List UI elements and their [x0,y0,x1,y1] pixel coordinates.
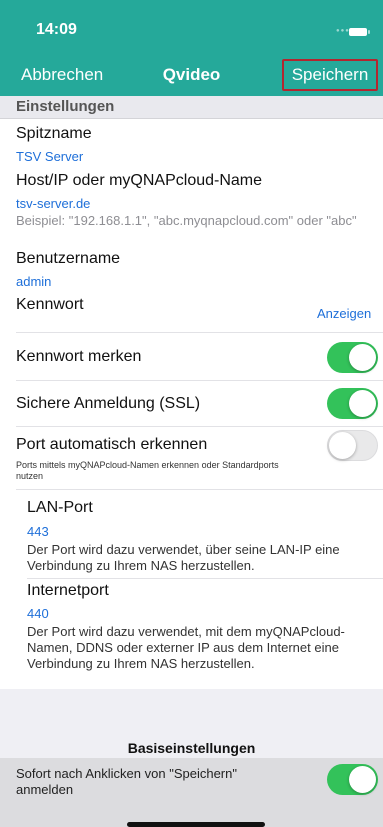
toggle-knob [329,432,356,459]
remember-password-toggle[interactable] [327,342,378,373]
toggle-knob [349,344,376,371]
status-bar: 14:09 ●●●● [0,0,383,56]
login-after-save-label: Sofort nach Anklicken von "Speichern" an… [16,766,237,797]
section-header-label: Einstellungen [16,98,115,115]
auto-port-label: Port automatisch erkennen [16,436,208,453]
cancel-button[interactable]: Abbrechen [21,65,103,85]
ssl-label: Sichere Anmeldung (SSL) [16,395,201,412]
lan-port-label: LAN-Port [27,499,93,516]
remember-password-label: Kennwort merken [16,348,142,365]
nickname-input[interactable]: TSV Server [16,149,83,164]
divider [16,332,383,333]
basic-settings-panel: Sofort nach Anklicken von "Speichern" an… [0,758,383,827]
host-input[interactable]: tsv-server.de [16,196,90,211]
battery-icon [349,28,370,36]
show-password-button[interactable]: Anzeigen [317,306,371,321]
lan-port-input[interactable]: 443 [27,524,49,539]
username-label: Benutzername [16,250,121,267]
login-after-save-toggle[interactable] [327,764,378,795]
lan-port-description: Der Port wird dazu verwendet, über seine… [27,542,340,573]
ssl-toggle[interactable] [327,388,378,419]
settings-form: Spitzname TSV Server Host/IP oder myQNAP… [0,119,383,689]
auto-port-toggle[interactable] [327,430,378,461]
username-input[interactable]: admin [16,274,51,289]
divider [27,578,383,579]
basic-settings-title: Basiseinstellungen [127,740,256,756]
divider [16,489,383,490]
toggle-knob [349,390,376,417]
nickname-label: Spitzname [16,125,92,142]
password-input[interactable] [16,295,296,323]
toggle-knob [349,766,376,793]
host-label: Host/IP oder myQNAPcloud-Name [16,172,263,189]
section-header: Einstellungen [0,96,383,119]
divider [16,426,383,427]
internet-port-description: Der Port wird dazu verwendet, mit dem my… [27,624,345,671]
internet-port-input[interactable]: 440 [27,606,49,621]
internet-port-label: Internetport [27,582,109,599]
divider [16,380,383,381]
navigation-bar: Abbrechen Qvideo Speichern [0,56,383,96]
host-hint: Beispiel: "192.168.1.1", "abc.myqnapclou… [16,213,357,228]
auto-port-hint: Ports mittels myQNAPcloud-Namen erkennen… [16,460,279,481]
save-button[interactable]: Speichern [282,59,378,91]
status-time: 14:09 [36,21,77,38]
home-indicator [127,822,265,827]
spacer [0,689,383,732]
